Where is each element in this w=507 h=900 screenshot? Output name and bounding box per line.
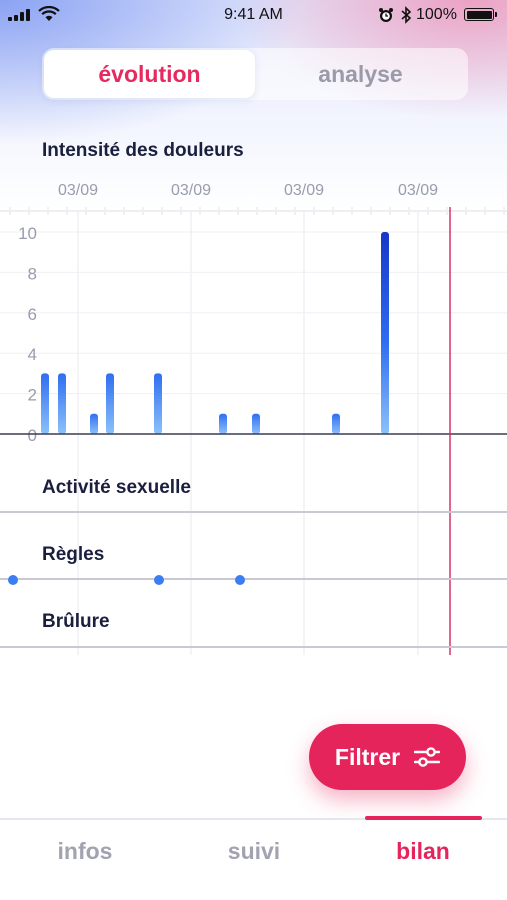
periods-title: Règles bbox=[42, 544, 105, 565]
tab-suivi[interactable]: suivi bbox=[228, 838, 280, 865]
pain-bar[interactable] bbox=[332, 413, 340, 434]
alarm-icon bbox=[379, 8, 393, 22]
pain-bar[interactable] bbox=[154, 373, 162, 434]
sexual-activity-title: Activité sexuelle bbox=[42, 477, 191, 498]
pain-bar[interactable] bbox=[106, 373, 114, 434]
burn-row-line bbox=[0, 646, 507, 648]
segment-evolution[interactable]: évolution bbox=[44, 50, 255, 98]
battery-icon bbox=[464, 8, 497, 21]
sliders-icon bbox=[414, 747, 441, 767]
battery-percentage: 100% bbox=[416, 6, 457, 23]
y-tick-label: 10 bbox=[18, 224, 37, 243]
periods-row-line bbox=[0, 578, 507, 580]
view-segmented-control: évolution analyse bbox=[42, 48, 468, 100]
pain-bar[interactable] bbox=[381, 232, 389, 434]
pain-chart: 0 2 4 6 8 10 bbox=[0, 207, 507, 655]
y-tick-label: 4 bbox=[28, 345, 37, 364]
period-dot[interactable] bbox=[154, 575, 164, 585]
header-gradient bbox=[0, 0, 507, 210]
tab-infos[interactable]: infos bbox=[58, 838, 113, 865]
pain-bar[interactable] bbox=[219, 413, 227, 434]
pain-bar[interactable] bbox=[41, 373, 49, 434]
pain-section-title: Intensité des douleurs bbox=[42, 140, 244, 161]
filter-button-label: Filtrer bbox=[334, 743, 401, 770]
bluetooth-icon bbox=[401, 6, 412, 24]
y-tick-label: 0 bbox=[28, 426, 37, 445]
filter-button[interactable]: Filtrer bbox=[309, 724, 466, 790]
y-tick-label: 2 bbox=[28, 386, 37, 405]
period-dot[interactable] bbox=[235, 575, 245, 585]
y-tick-label: 6 bbox=[28, 305, 37, 324]
status-bar: 9:41 AM 100% bbox=[0, 0, 507, 30]
pain-bar[interactable] bbox=[252, 413, 260, 434]
pain-bar[interactable] bbox=[58, 373, 66, 434]
segment-analyse[interactable]: analyse bbox=[255, 50, 466, 98]
period-dot[interactable] bbox=[8, 575, 18, 585]
tab-active-indicator bbox=[365, 816, 482, 820]
tab-bilan[interactable]: bilan bbox=[396, 838, 450, 865]
y-tick-label: 8 bbox=[28, 264, 37, 283]
burn-title: Brûlure bbox=[42, 611, 110, 632]
pain-bar[interactable] bbox=[90, 413, 98, 434]
sexual-activity-row-line bbox=[0, 511, 507, 513]
